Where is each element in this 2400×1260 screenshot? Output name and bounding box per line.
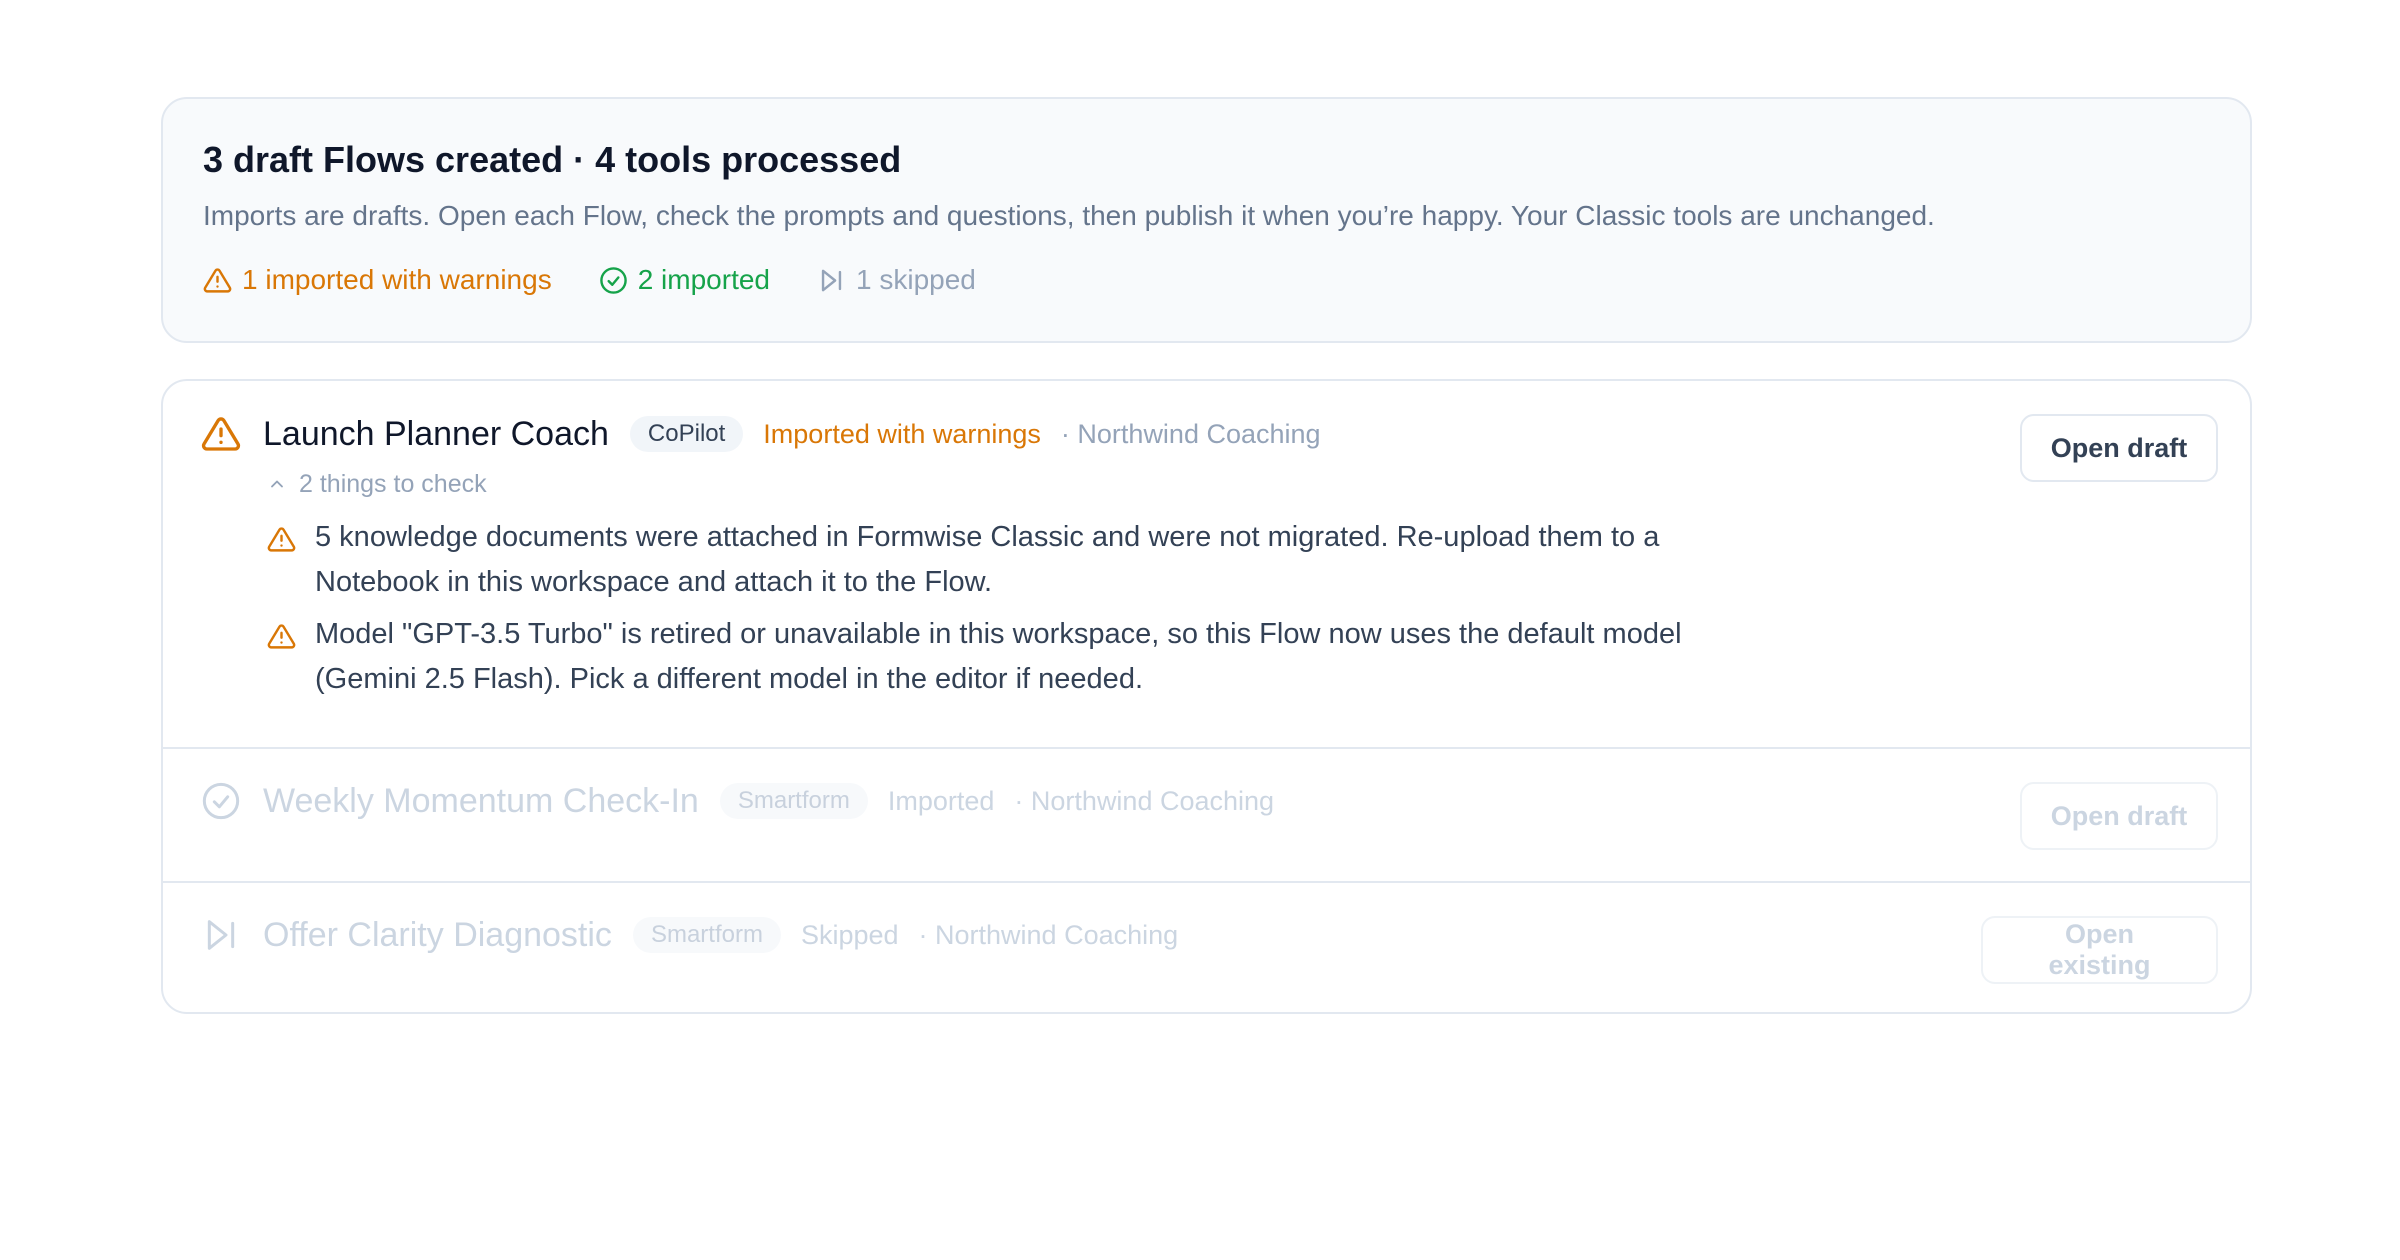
stat-warnings: 1 imported with warnings bbox=[203, 261, 552, 299]
summary-description: Imports are drafts. Open each Flow, chec… bbox=[203, 200, 1935, 231]
warning-icon bbox=[267, 624, 296, 649]
tool-name: Launch Planner Coach bbox=[263, 415, 609, 453]
skip-icon bbox=[821, 269, 842, 291]
open-existing-button[interactable]: Open existing bbox=[1981, 916, 2218, 984]
tool-list: Launch Planner Coach CoPilot Imported wi… bbox=[161, 379, 2252, 1014]
issue-item: 5 knowledge documents were attached in F… bbox=[267, 521, 1767, 605]
tool-type-badge: Smartform bbox=[632, 917, 781, 953]
tool-status: Imported bbox=[887, 786, 995, 816]
issue-text: Model "GPT-3.5 Turbo" is retired or unav… bbox=[315, 618, 1682, 695]
issue-text: 5 knowledge documents were attached in F… bbox=[315, 521, 1660, 598]
warning-icon bbox=[203, 267, 232, 293]
issue-item: Model "GPT-3.5 Turbo" is retired or unav… bbox=[267, 618, 1767, 702]
warning-icon bbox=[201, 417, 241, 451]
tool-row-header: Offer Clarity Diagnostic Smartform Skipp… bbox=[201, 913, 1178, 957]
issues-toggle-label: 2 things to check bbox=[299, 470, 487, 498]
tool-row: Offer Clarity Diagnostic Smartform Skipp… bbox=[163, 883, 2250, 1012]
stat-skipped: 1 skipped bbox=[817, 261, 976, 299]
stat-imported: 2 imported bbox=[599, 261, 770, 299]
summary-title: 3 draft Flows created · 4 tools processe… bbox=[203, 139, 902, 180]
chevron-up-icon bbox=[271, 480, 283, 488]
summary-stats: 1 imported with warnings 2 imported 1 sk… bbox=[203, 261, 2210, 299]
tool-row-header: Launch Planner Coach CoPilot Imported wi… bbox=[201, 412, 1321, 456]
tool-org: · Northwind Coaching bbox=[1060, 419, 1321, 449]
check-circle-icon bbox=[599, 266, 627, 294]
tool-status: Skipped bbox=[800, 920, 899, 950]
tool-row-header: Weekly Momentum Check-In Smartform Impor… bbox=[201, 779, 1274, 823]
import-results: 3 draft Flows created · 4 tools processe… bbox=[161, 97, 2252, 1014]
stat-warnings-label: 1 imported with warnings bbox=[242, 264, 552, 295]
summary-card: 3 draft Flows created · 4 tools processe… bbox=[161, 97, 2252, 343]
tool-name: Offer Clarity Diagnostic bbox=[263, 916, 612, 954]
issues-list: 5 knowledge documents were attached in F… bbox=[267, 521, 1767, 716]
tool-org: · Northwind Coaching bbox=[918, 920, 1179, 950]
tool-type-badge: Smartform bbox=[719, 783, 868, 819]
stat-imported-label: 2 imported bbox=[637, 264, 770, 295]
stat-skipped-label: 1 skipped bbox=[856, 264, 976, 295]
tool-name: Weekly Momentum Check-In bbox=[263, 782, 699, 820]
skip-icon bbox=[207, 920, 235, 950]
check-circle-icon bbox=[202, 782, 240, 820]
warning-icon bbox=[267, 527, 296, 552]
tool-row: Weekly Momentum Check-In Smartform Impor… bbox=[163, 749, 2250, 883]
tool-row: Launch Planner Coach CoPilot Imported wi… bbox=[163, 381, 2250, 749]
open-draft-button[interactable]: Open draft bbox=[2020, 414, 2218, 482]
tool-org: · Northwind Coaching bbox=[1014, 786, 1275, 816]
tool-type-badge: CoPilot bbox=[629, 416, 744, 452]
tool-status: Imported with warnings bbox=[763, 419, 1041, 449]
issues-toggle[interactable]: 2 things to check bbox=[267, 467, 487, 501]
open-draft-button[interactable]: Open draft bbox=[2020, 782, 2218, 850]
